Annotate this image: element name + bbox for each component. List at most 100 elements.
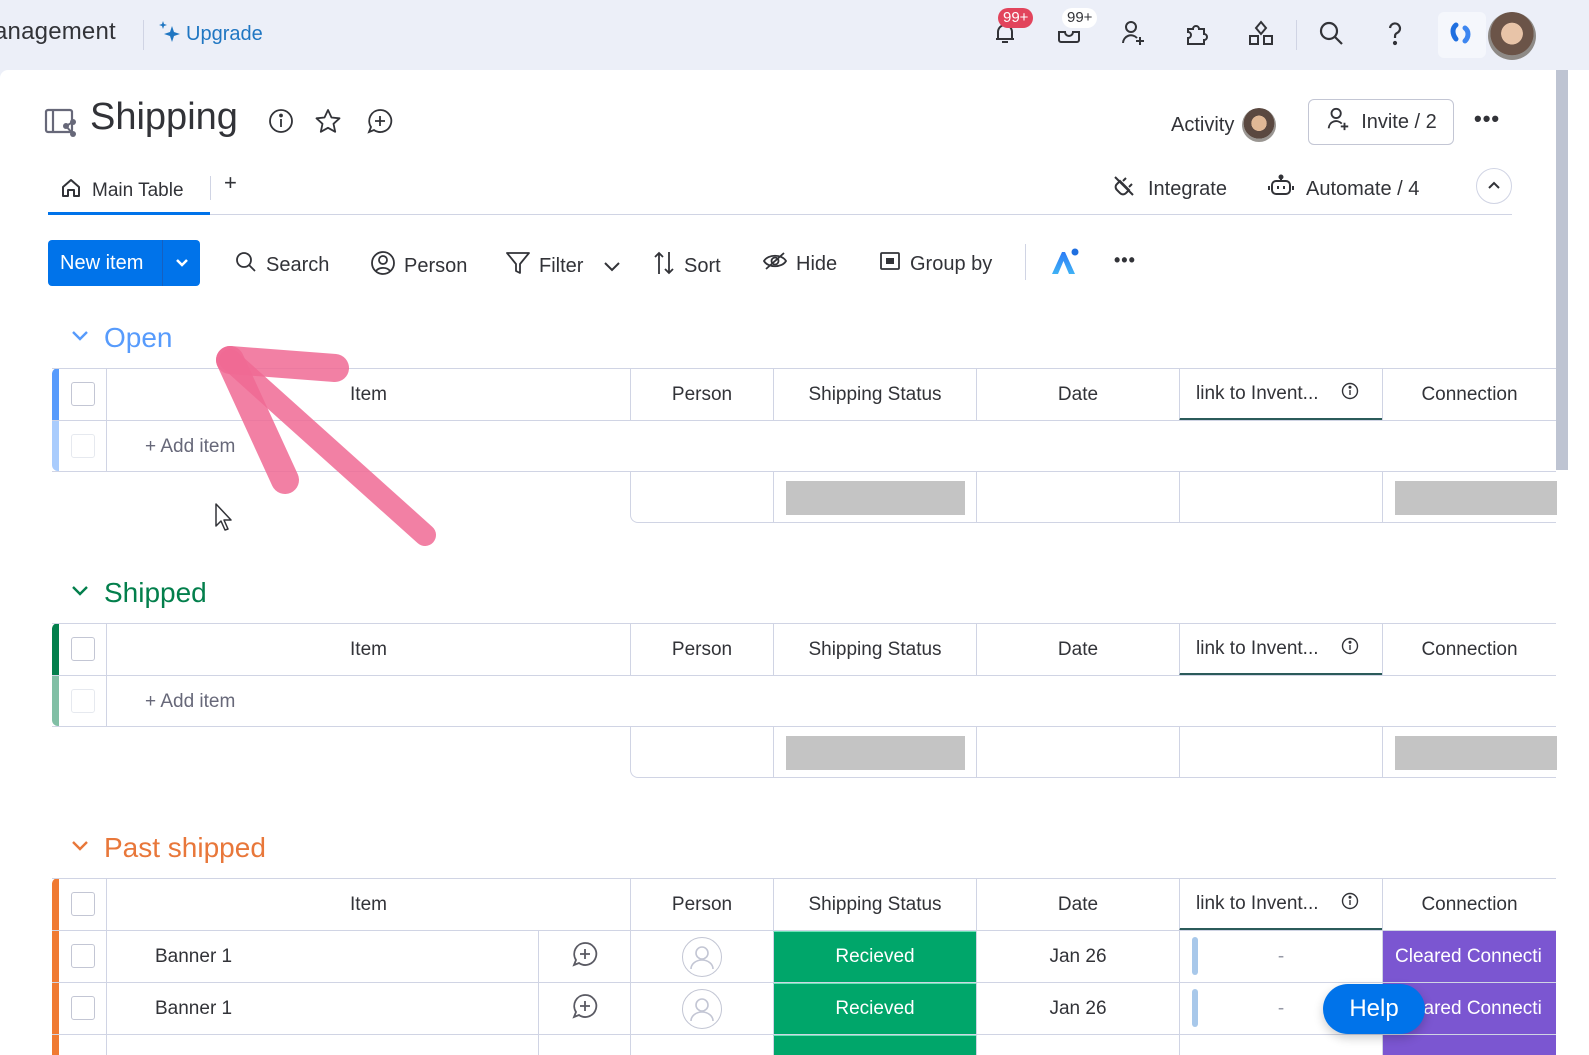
empty-person-icon <box>682 936 722 977</box>
collapse-header-button[interactable] <box>1476 168 1512 204</box>
column-header-shipping-status[interactable]: Shipping Status <box>773 369 976 420</box>
column-header-link-inventory[interactable]: link to Invent... <box>1179 624 1382 676</box>
search-tool[interactable]: Search <box>234 250 329 280</box>
row-checkbox[interactable] <box>71 434 95 458</box>
board-info-button[interactable] <box>268 108 294 139</box>
column-header-link-inventory[interactable]: link to Invent... <box>1179 369 1382 421</box>
column-header-shipping-status[interactable]: Shipping Status <box>773 624 976 675</box>
connection-cell[interactable]: Cleared Connecti <box>1382 931 1556 982</box>
select-all-checkbox[interactable] <box>71 382 95 406</box>
workspace-name[interactable]: anagement <box>0 18 116 46</box>
person-cell[interactable] <box>630 1035 773 1055</box>
item-name[interactable]: Banner 1 <box>106 931 538 982</box>
chevron-down-icon[interactable] <box>603 255 621 278</box>
row-checkbox[interactable] <box>71 996 95 1020</box>
tab-main-table[interactable]: Main Table <box>48 170 210 215</box>
group-header-past-shipped[interactable]: Past shipped <box>70 832 266 864</box>
new-item-button[interactable]: New item <box>48 240 200 286</box>
toolbar-more-button[interactable]: ••• <box>1114 250 1136 271</box>
column-header-link-inventory[interactable]: link to Invent... <box>1179 879 1382 931</box>
add-update-button[interactable] <box>538 1035 630 1055</box>
activity-button[interactable]: Activity <box>1171 108 1277 142</box>
sort-tool[interactable]: Sort <box>652 250 721 282</box>
chevron-down-icon[interactable] <box>163 258 200 268</box>
column-header-connection[interactable]: Connection <box>1382 369 1556 420</box>
templates-button[interactable] <box>1244 18 1278 52</box>
column-header-item[interactable]: Item <box>106 369 630 420</box>
group-by-tool[interactable]: Group by <box>878 250 992 278</box>
add-update-button[interactable] <box>538 983 630 1034</box>
status-summary-bar[interactable] <box>786 481 965 515</box>
select-all-checkbox[interactable] <box>71 892 95 916</box>
column-header-connection[interactable]: Connection <box>1382 879 1556 930</box>
hide-tool[interactable]: Hide <box>762 250 837 278</box>
add-item-input[interactable]: + Add item <box>106 421 1556 472</box>
board-updates-button[interactable] <box>366 108 394 139</box>
date-cell[interactable]: Jan 26 <box>976 931 1179 982</box>
board-more-menu-button[interactable]: ••• <box>1474 106 1500 132</box>
table-row[interactable]: Banner 1 Recieved Jan 26 - Cleared Conne… <box>52 930 1556 982</box>
product-switcher-button[interactable] <box>1438 12 1486 58</box>
info-icon[interactable] <box>1341 637 1359 661</box>
search-button[interactable] <box>1314 18 1348 52</box>
status-cell[interactable]: Recieved <box>773 983 976 1034</box>
chevron-down-icon[interactable] <box>70 329 90 348</box>
group-header-open[interactable]: Open <box>70 322 173 354</box>
help-floating-button[interactable]: Help <box>1323 984 1425 1034</box>
column-header-person[interactable]: Person <box>630 624 773 675</box>
item-name[interactable]: Banner 1 <box>106 983 538 1034</box>
invite-button[interactable]: Invite / 2 <box>1308 99 1454 145</box>
user-avatar[interactable] <box>1488 12 1536 60</box>
table-row[interactable] <box>52 1034 1556 1055</box>
automate-button[interactable]: Automate / 4 <box>1268 174 1419 204</box>
column-header-item[interactable]: Item <box>106 624 630 675</box>
board-title[interactable]: Shipping <box>90 96 238 139</box>
help-button[interactable] <box>1378 18 1412 52</box>
row-checkbox[interactable] <box>71 689 95 713</box>
column-header-item[interactable]: Item <box>106 879 630 930</box>
group-title[interactable]: Past shipped <box>104 832 266 864</box>
date-cell[interactable]: Jan 26 <box>976 983 1179 1034</box>
person-filter[interactable]: Person <box>370 250 467 282</box>
info-icon[interactable] <box>1341 892 1359 916</box>
integrate-button[interactable]: Integrate <box>1112 174 1227 204</box>
column-header-person[interactable]: Person <box>630 369 773 420</box>
apps-button[interactable] <box>1180 18 1214 52</box>
upgrade-button[interactable]: Upgrade <box>158 20 263 48</box>
group-title[interactable]: Shipped <box>104 577 207 609</box>
connection-cell[interactable] <box>1382 1035 1556 1055</box>
add-view-button[interactable]: + <box>224 170 237 196</box>
ai-assistant-button[interactable] <box>1048 246 1082 284</box>
info-icon[interactable] <box>1341 382 1359 406</box>
date-cell[interactable] <box>976 1035 1179 1055</box>
group-title[interactable]: Open <box>104 322 173 354</box>
group-header-shipped[interactable]: Shipped <box>70 577 207 609</box>
row-checkbox[interactable] <box>71 944 95 968</box>
connection-summary-bar[interactable] <box>1395 736 1557 770</box>
chevron-down-icon[interactable] <box>70 584 90 603</box>
add-update-button[interactable] <box>538 931 630 982</box>
link-inventory-cell[interactable]: - <box>1179 931 1382 982</box>
link-inventory-cell[interactable] <box>1179 1035 1382 1055</box>
status-cell[interactable] <box>773 1035 976 1055</box>
filter-tool[interactable]: Filter <box>505 250 621 282</box>
status-summary-bar[interactable] <box>786 736 965 770</box>
connection-summary-bar[interactable] <box>1395 481 1557 515</box>
invite-members-button[interactable] <box>1116 18 1150 52</box>
column-header-connection[interactable]: Connection <box>1382 624 1556 675</box>
add-item-input[interactable]: + Add item <box>106 676 1556 727</box>
favorite-button[interactable] <box>314 108 342 139</box>
select-all-checkbox[interactable] <box>71 637 95 661</box>
chevron-down-icon[interactable] <box>70 839 90 858</box>
column-header-shipping-status[interactable]: Shipping Status <box>773 879 976 930</box>
status-cell[interactable]: Recieved <box>773 931 976 982</box>
column-header-date[interactable]: Date <box>976 879 1179 930</box>
column-header-person[interactable]: Person <box>630 879 773 930</box>
board-share-icon[interactable] <box>44 106 78 145</box>
item-name[interactable] <box>106 1035 538 1055</box>
person-cell[interactable] <box>630 931 773 982</box>
column-header-date[interactable]: Date <box>976 369 1179 420</box>
column-header-date[interactable]: Date <box>976 624 1179 675</box>
scrollbar-thumb[interactable] <box>1556 70 1568 470</box>
person-cell[interactable] <box>630 983 773 1034</box>
